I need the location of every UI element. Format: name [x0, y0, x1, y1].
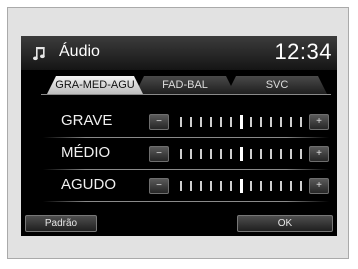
setting-label: AGUDO	[61, 176, 117, 193]
medio-minus-button[interactable]: −	[149, 146, 169, 162]
level-tick	[300, 117, 302, 127]
tab-bar: GRA-MED-AGU FAD-BAL SVC	[43, 76, 329, 94]
tab-fad-bal[interactable]: FAD-BAL	[135, 76, 235, 94]
level-tick	[180, 117, 182, 127]
setting-row-medio: MÉDIO − +	[43, 140, 329, 170]
title-bar: Áudio 12:34	[21, 36, 337, 70]
level-tick	[210, 149, 212, 159]
level-tick	[200, 149, 202, 159]
setting-row-grave: GRAVE − +	[43, 108, 329, 138]
grave-level-scale[interactable]	[179, 115, 303, 129]
setting-row-agudo: AGUDO − +	[43, 172, 329, 202]
level-tick	[180, 181, 182, 191]
level-tick	[230, 117, 232, 127]
level-tick	[280, 181, 282, 191]
medio-plus-button[interactable]: +	[309, 146, 329, 162]
level-tick	[220, 181, 222, 191]
agudo-minus-button[interactable]: −	[149, 178, 169, 194]
level-indicator	[239, 147, 243, 161]
level-indicator	[239, 179, 243, 193]
agudo-level-scale[interactable]	[179, 179, 303, 193]
level-indicator	[239, 115, 243, 129]
level-tick	[260, 117, 262, 127]
clock: 12:34	[274, 39, 332, 64]
level-tick	[250, 149, 252, 159]
agudo-plus-button[interactable]: +	[309, 178, 329, 194]
level-tick	[250, 117, 252, 127]
level-tick	[260, 149, 262, 159]
tab-gra-med-agu[interactable]: GRA-MED-AGU	[47, 76, 143, 94]
setting-label: MÉDIO	[61, 144, 111, 161]
level-tick	[190, 181, 192, 191]
row-divider	[43, 169, 329, 170]
tab-divider	[41, 94, 331, 95]
level-tick	[200, 181, 202, 191]
row-divider	[43, 201, 329, 202]
level-tick	[300, 149, 302, 159]
level-tick	[280, 117, 282, 127]
level-tick	[190, 149, 192, 159]
level-tick	[210, 181, 212, 191]
level-tick	[200, 117, 202, 127]
level-tick	[190, 117, 192, 127]
audio-screen: Áudio 12:34 GRA-MED-AGU FAD-BAL SVC GRAV…	[21, 36, 337, 236]
level-tick	[220, 149, 222, 159]
level-tick	[270, 117, 272, 127]
medio-level-scale[interactable]	[179, 147, 303, 161]
level-tick	[260, 181, 262, 191]
level-tick	[230, 181, 232, 191]
ok-button[interactable]: OK	[237, 215, 333, 232]
level-tick	[230, 149, 232, 159]
level-tick	[210, 117, 212, 127]
row-divider	[43, 137, 329, 138]
default-button[interactable]: Padrão	[25, 215, 97, 232]
grave-minus-button[interactable]: −	[149, 114, 169, 130]
level-tick	[270, 149, 272, 159]
app-title: Áudio	[59, 43, 100, 60]
level-tick	[270, 181, 272, 191]
level-tick	[180, 149, 182, 159]
level-tick	[290, 181, 292, 191]
level-tick	[290, 149, 292, 159]
level-tick	[300, 181, 302, 191]
grave-plus-button[interactable]: +	[309, 114, 329, 130]
tab-svc[interactable]: SVC	[227, 76, 327, 94]
level-tick	[290, 117, 292, 127]
music-note-icon	[33, 47, 47, 61]
level-tick	[250, 181, 252, 191]
setting-label: GRAVE	[61, 112, 113, 129]
level-tick	[280, 149, 282, 159]
level-tick	[220, 117, 222, 127]
